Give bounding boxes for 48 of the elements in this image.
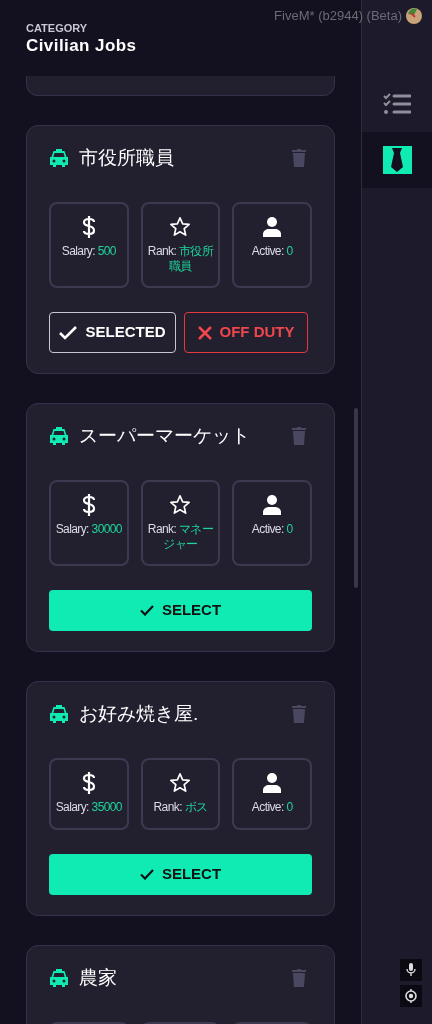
- select-button[interactable]: SELECT: [49, 590, 312, 631]
- category-title: Civilian Jobs: [26, 35, 137, 57]
- check-icon: [139, 869, 154, 880]
- check-icon: [139, 605, 154, 616]
- job-title: 農家: [79, 966, 118, 990]
- trash-icon[interactable]: [292, 149, 306, 167]
- job-title: スーパーマーケット: [79, 424, 251, 448]
- job-title: 市役所職員: [79, 146, 175, 170]
- tie-icon: [382, 146, 412, 174]
- trash-icon[interactable]: [292, 705, 306, 723]
- check-icon: [59, 325, 78, 340]
- close-icon: [197, 325, 212, 340]
- scrollbar[interactable]: [354, 408, 358, 588]
- car-icon: [49, 148, 69, 168]
- microphone-icon[interactable]: [400, 959, 422, 981]
- stat-text: Rank: 市役所職員: [146, 244, 215, 274]
- off-duty-button[interactable]: OFF DUTY: [184, 312, 308, 353]
- stat-text: Rank: マネージャー: [146, 522, 215, 552]
- selected-button[interactable]: SELECTED: [49, 312, 176, 353]
- stat-text: Active: 0: [251, 244, 293, 259]
- select-button[interactable]: SELECT: [49, 854, 312, 895]
- job-title: お好み焼き屋.: [79, 702, 200, 726]
- star-icon: [169, 772, 192, 794]
- stat-text: Salary: 35000: [55, 800, 122, 815]
- star-icon: [169, 216, 192, 238]
- target-icon[interactable]: [400, 985, 422, 1007]
- star-icon: [169, 494, 192, 516]
- dollar-icon: [81, 216, 96, 238]
- checklist-icon: [383, 93, 411, 115]
- trash-icon[interactable]: [292, 969, 306, 987]
- car-icon: [49, 426, 69, 446]
- dollar-icon: [81, 772, 96, 794]
- person-icon: [263, 773, 282, 793]
- category-label: CATEGORY: [26, 21, 88, 35]
- person-icon: [263, 217, 282, 237]
- car-icon: [49, 704, 69, 724]
- dollar-icon: [81, 494, 96, 516]
- person-icon: [263, 495, 282, 515]
- stat-text: Active: 0: [251, 800, 293, 815]
- avatar-icon: [406, 8, 422, 24]
- stat-text: Salary: 500: [61, 244, 116, 259]
- trash-icon[interactable]: [292, 427, 306, 445]
- client-version-label: FiveM* (b2944) (Beta): [274, 8, 402, 24]
- sidebar-tab[interactable]: [362, 132, 432, 188]
- stat-text: Rank: ボス: [153, 800, 208, 815]
- stat-text: Active: 0: [251, 522, 293, 537]
- stat-text: Salary: 30000: [55, 522, 122, 537]
- car-icon: [49, 968, 69, 988]
